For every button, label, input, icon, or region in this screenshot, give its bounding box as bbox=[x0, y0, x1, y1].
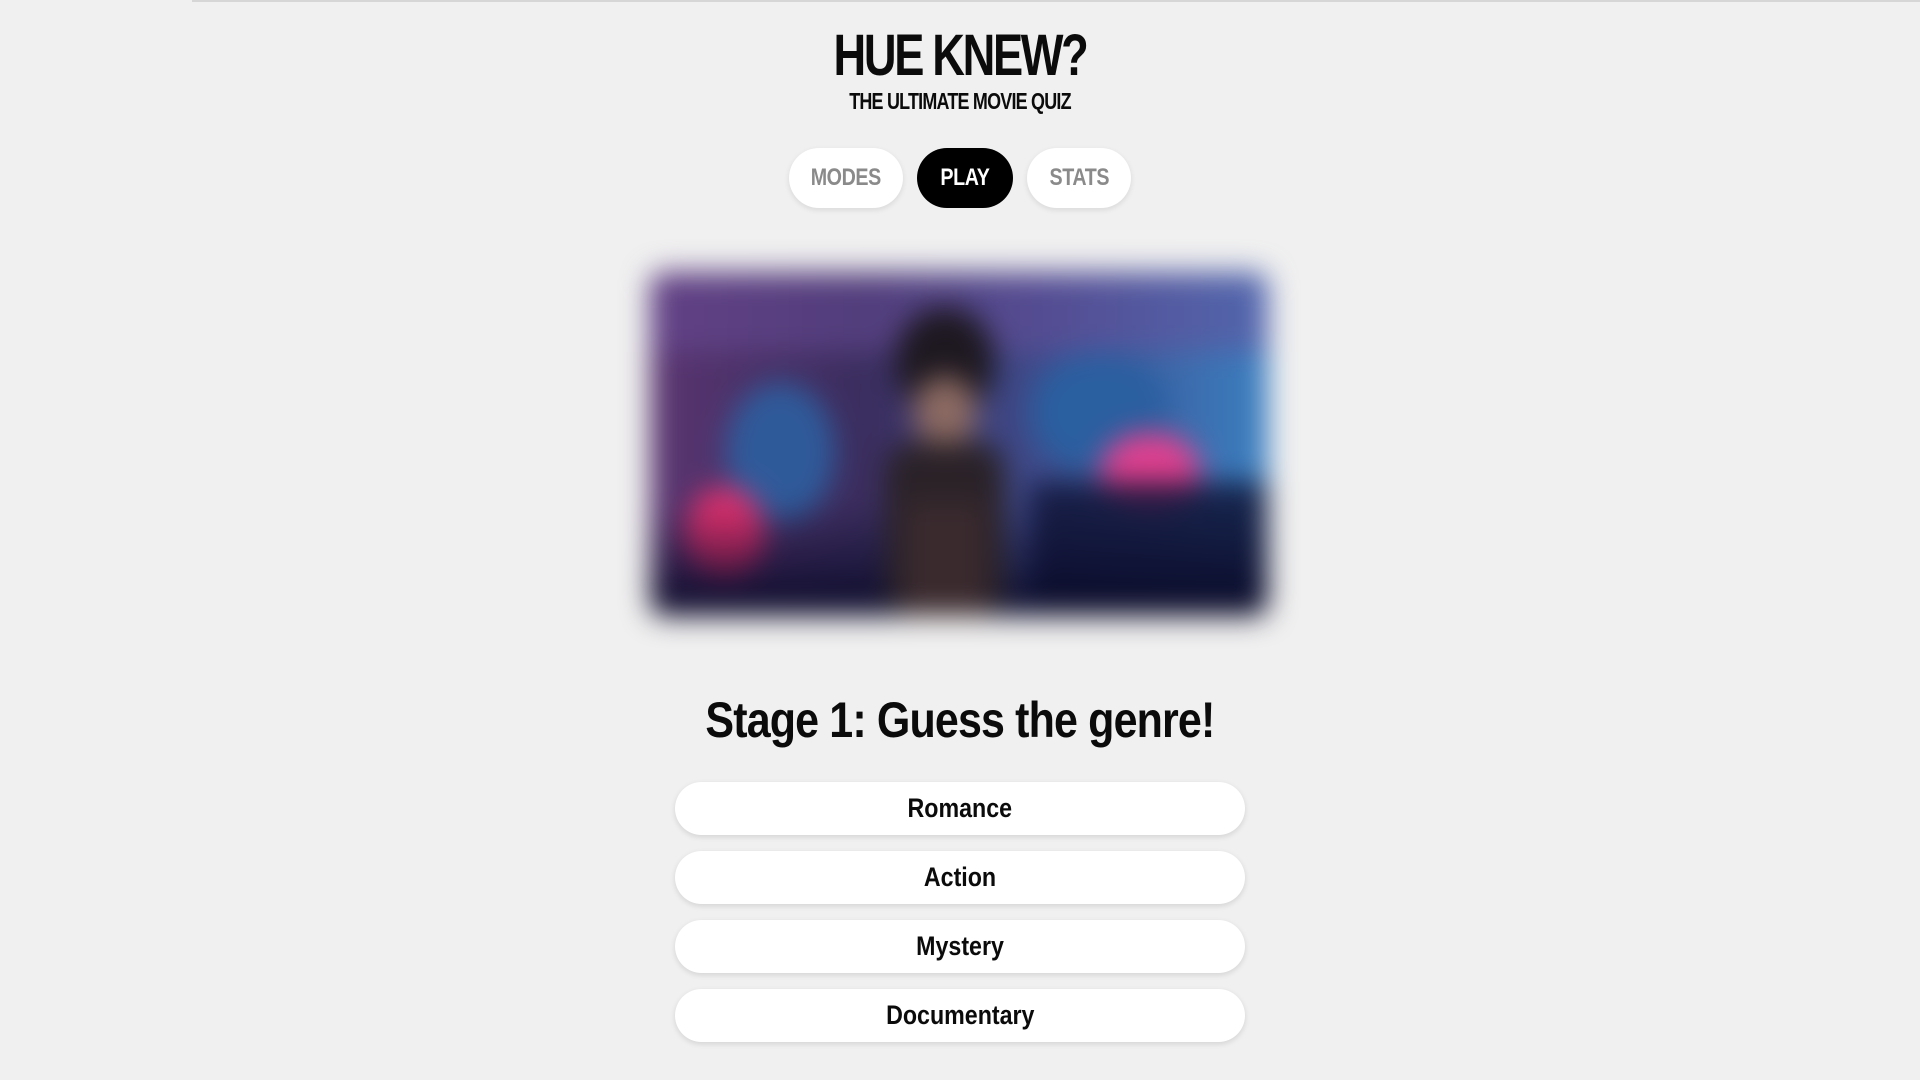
stage-title: Stage 1: Guess the genre! bbox=[0, 688, 1920, 752]
answer-label: Action bbox=[923, 862, 997, 892]
stage-title-text: Stage 1: Guess the genre! bbox=[705, 692, 1215, 748]
nav-stats-button[interactable]: STATS bbox=[1027, 148, 1131, 208]
answer-label: Romance bbox=[907, 793, 1013, 823]
nav-play-label: PLAY bbox=[940, 164, 990, 191]
top-divider bbox=[192, 0, 1920, 2]
mode-nav: MODES PLAY STATS bbox=[0, 148, 1920, 208]
blurred-movie-still bbox=[650, 272, 1268, 616]
nav-stats-label: STATS bbox=[1049, 164, 1109, 191]
answer-option-mystery[interactable]: Mystery bbox=[675, 920, 1245, 973]
nav-modes-button[interactable]: MODES bbox=[789, 148, 903, 208]
nav-play-button[interactable]: PLAY bbox=[917, 148, 1013, 208]
app-title: HUE KNEW? bbox=[833, 23, 1089, 88]
nav-modes-label: MODES bbox=[810, 164, 882, 191]
movie-still-image bbox=[650, 272, 1268, 616]
app-subtitle: THE ULTIMATE MOVIE QUIZ bbox=[849, 88, 1071, 114]
answer-option-documentary[interactable]: Documentary bbox=[675, 989, 1245, 1042]
answer-label: Mystery bbox=[916, 931, 1004, 961]
answer-options: Romance Action Mystery Documentary bbox=[675, 782, 1245, 1042]
answer-option-action[interactable]: Action bbox=[675, 851, 1245, 904]
app-root: HUE KNEW? THE ULTIMATE MOVIE QUIZ MODES … bbox=[0, 0, 1920, 1080]
answer-option-romance[interactable]: Romance bbox=[675, 782, 1245, 835]
answer-label: Documentary bbox=[885, 1000, 1035, 1030]
